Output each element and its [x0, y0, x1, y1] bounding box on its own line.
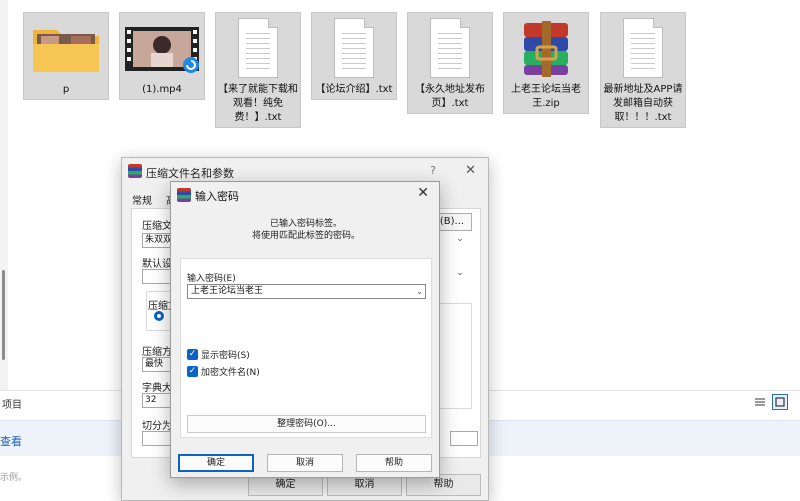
ok-button[interactable]: 确定 [178, 454, 254, 472]
winrar-archive-icon [504, 13, 588, 83]
file-label: 【论坛介绍】.txt [315, 84, 393, 95]
checkmark-icon: ✓ [187, 365, 198, 377]
vertical-scrollbar[interactable] [0, 0, 8, 390]
file-item-txt[interactable]: 【论坛介绍】.txt [311, 12, 397, 100]
format-radio[interactable] [154, 311, 164, 321]
checkmark-icon: ✓ [187, 348, 198, 360]
file-label: 上老王论坛当老王.zip [511, 84, 581, 109]
close-icon[interactable]: ✕ [417, 185, 429, 201]
encrypt-filenames-checkbox[interactable]: ✓ 加密文件名(N) [187, 364, 260, 378]
file-label: (1).mp4 [142, 84, 182, 95]
file-label: 【永久地址发布页】.txt [415, 84, 485, 109]
password-value: 上老王论坛当老王 [191, 286, 264, 296]
winrar-icon [128, 164, 142, 178]
text-file-icon [216, 13, 300, 83]
bottom-text: 示例。 [0, 473, 28, 483]
dialog-title: 输入密码 [195, 190, 239, 203]
cancel-button[interactable]: 取消 [267, 454, 343, 472]
file-item-zip[interactable]: 上老王论坛当老王.zip [503, 12, 589, 114]
split-unit-combo[interactable] [450, 431, 478, 446]
folder-icon [24, 13, 108, 83]
password-input[interactable]: 上老王论坛当老王 ⌄ [187, 284, 426, 299]
dialog-title: 压缩文件名和参数 [146, 167, 234, 180]
help-button[interactable]: 帮助 [356, 454, 432, 472]
chevron-down-icon[interactable]: ⌄ [452, 267, 468, 282]
scrollbar-thumb[interactable] [2, 270, 5, 360]
show-password-label: 显示密码(S) [201, 350, 250, 361]
chevron-down-icon[interactable]: ⌄ [416, 285, 423, 298]
file-item-txt[interactable]: 【来了就能下载和观看！纯免费！】.txt [215, 12, 301, 128]
file-label: p [62, 84, 70, 95]
encrypt-filenames-label: 加密文件名(N) [201, 367, 260, 378]
text-file-icon [408, 13, 492, 83]
info-line-2: 将使用匹配此标签的密码。 [251, 231, 360, 241]
tab-general[interactable]: 常规 [132, 192, 152, 207]
show-password-checkbox[interactable]: ✓ 显示密码(S) [187, 347, 250, 361]
text-file-icon [601, 13, 685, 83]
file-label: 【来了就能下载和观看！纯免费！】.txt [218, 84, 298, 123]
file-item-txt[interactable]: 【永久地址发布页】.txt [407, 12, 493, 114]
close-icon[interactable]: ✕ [465, 163, 476, 178]
organize-passwords-button[interactable]: 整理密码(O)... [187, 415, 426, 433]
file-label: 最新地址及APP请发邮箱自动获取！！！.txt [603, 84, 683, 123]
file-item-folder-p[interactable]: p [23, 12, 109, 100]
list-view-icon[interactable] [752, 394, 768, 410]
enter-password-dialog: 输入密码 ✕ 已输入密码标签。 将使用匹配此标签的密码。 输入密码(E) 上老王… [170, 181, 440, 478]
password-panel: 输入密码(E) 上老王论坛当老王 ⌄ ✓ 显示密码(S) ✓ 加密文件名(N) … [180, 258, 432, 438]
winrar-icon [177, 188, 191, 202]
file-item-txt[interactable]: 最新地址及APP请发邮箱自动获取！！！.txt [600, 12, 686, 128]
password-label: 输入密码(E) [187, 274, 236, 284]
tiles-view-icon[interactable] [772, 394, 788, 410]
view-link[interactable]: 查看 [0, 433, 22, 449]
chevron-down-icon[interactable]: ⌄ [452, 233, 468, 248]
help-icon[interactable]: ? [430, 164, 436, 177]
video-icon [120, 13, 204, 83]
item-count: 项目 [2, 400, 22, 411]
title-bar[interactable]: 输入密码 ✕ [171, 182, 439, 208]
text-file-icon [312, 13, 396, 83]
file-item-video[interactable]: (1).mp4 [119, 12, 205, 100]
